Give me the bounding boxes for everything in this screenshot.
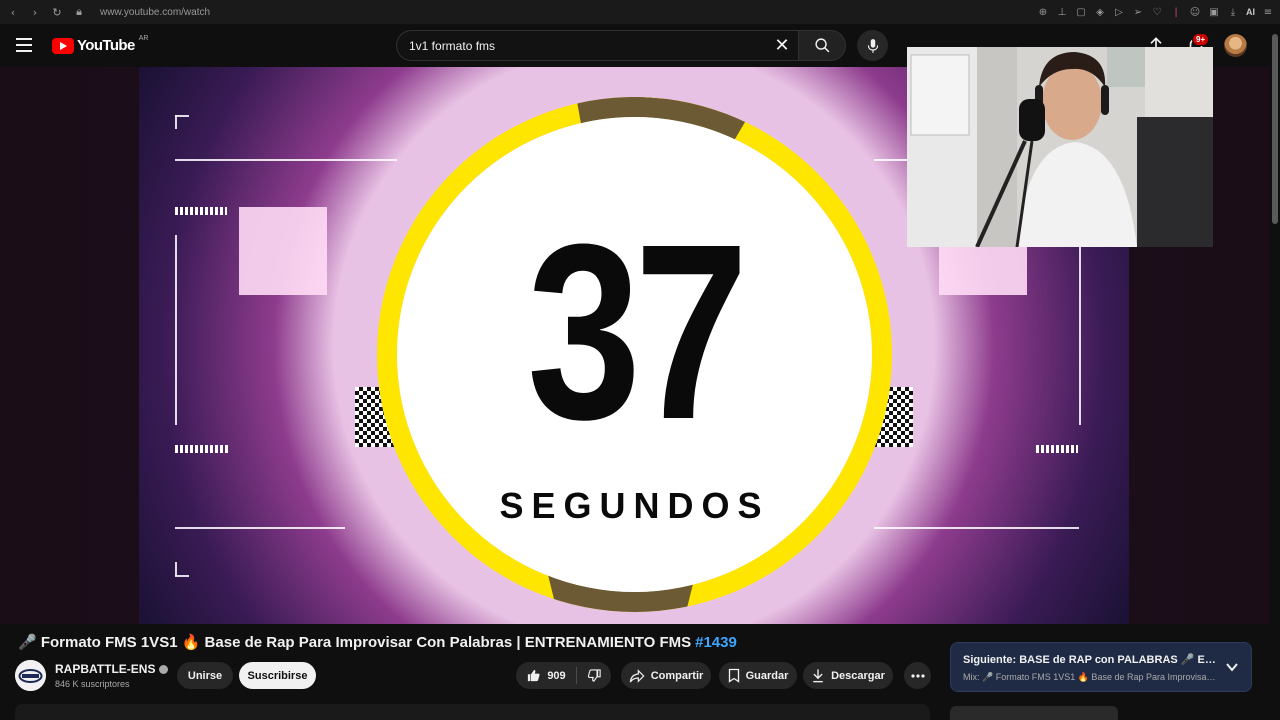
search-icon (814, 38, 829, 53)
join-button[interactable]: Unirse (177, 662, 233, 689)
download-label: Descargar (831, 669, 885, 682)
browser-actions: ⊕ ⊥ ▢ ◈ ▷ ➢ ♡ | ☺ ▣ ⤓ AI ≡ (1037, 7, 1274, 18)
more-horizontal-icon (910, 673, 925, 678)
hud-box (939, 247, 1027, 295)
up-next-card[interactable]: Siguiente: BASE de RAP con PALABRAS 🎤 EJ… (950, 642, 1252, 692)
like-count: 909 (547, 669, 566, 682)
user-avatar[interactable] (1224, 34, 1247, 57)
reload-icon[interactable]: ↻ (50, 6, 64, 19)
thumbs-up-icon (528, 669, 540, 682)
like-button[interactable]: 909 (516, 662, 576, 689)
hud-line (1079, 235, 1081, 425)
video-title-text: 🎤 Formato FMS 1VS1 🔥 Base de Rap Para Im… (18, 634, 692, 651)
share-arrow-icon (629, 668, 645, 683)
country-code: AR (138, 35, 149, 42)
forward-icon[interactable]: › (28, 6, 42, 19)
browser-menu-icon[interactable]: ≡ (1262, 7, 1274, 18)
download-arrow-icon (813, 669, 823, 683)
guide-menu-icon[interactable] (16, 38, 32, 52)
channel-name[interactable]: RAPBATTLE-ENS (55, 662, 169, 676)
hud-line (175, 527, 345, 529)
search-button[interactable] (798, 30, 846, 61)
up-next-subtitle: Mix: 🎤 Formato FMS 1VS1 🔥 Base de Rap Pa… (963, 672, 1218, 682)
below-fold-strip (0, 704, 1270, 720)
separator-icon: | (1174, 6, 1178, 18)
hud-line (175, 235, 177, 425)
video-title: 🎤 Formato FMS 1VS1 🔥 Base de Rap Para Im… (18, 633, 737, 652)
description-box[interactable] (15, 704, 930, 720)
scroll-thumb[interactable] (1272, 34, 1278, 224)
search-input[interactable]: 1v1 formato fms ✕ (396, 30, 798, 61)
hud-line (175, 562, 177, 576)
countdown-number: 37 (527, 192, 748, 471)
thumbs-down-icon (587, 669, 601, 682)
youtube-play-icon (52, 37, 74, 54)
lock-icon[interactable]: 🔒︎ (72, 5, 86, 19)
webcam-overlay (907, 47, 1213, 247)
pin-icon[interactable]: ⊥ (1056, 7, 1068, 18)
up-next-title: Siguiente: BASE de RAP con PALABRAS 🎤 EJ… (963, 654, 1218, 666)
download-button[interactable]: Descargar (803, 662, 893, 689)
video-hashtag[interactable]: #1439 (695, 634, 737, 651)
hud-line (175, 115, 177, 129)
share-button[interactable]: Compartir (621, 662, 711, 689)
verified-badge-icon (159, 664, 169, 674)
hud-line (874, 527, 1079, 529)
dislike-button[interactable] (577, 662, 611, 689)
send-icon[interactable]: ➢ (1132, 7, 1144, 18)
save-label: Guardar (745, 669, 789, 682)
share-label: Compartir (650, 669, 704, 682)
subscriber-count: 846 K suscriptores (55, 679, 130, 689)
more-actions-button[interactable] (904, 662, 931, 689)
hud-box (239, 207, 327, 295)
hud-dots (1036, 445, 1078, 453)
zoom-icon[interactable]: ⊕ (1037, 7, 1049, 18)
subscribe-label: Suscribirse (247, 669, 308, 682)
logo-text: YouTube (77, 37, 135, 54)
hud-line (175, 159, 397, 161)
channel-avatar[interactable] (15, 660, 46, 691)
search-query: 1v1 formato fms (409, 38, 496, 53)
account-icon[interactable]: ☺ (1189, 7, 1201, 18)
like-dislike-group: 909 (516, 662, 611, 689)
channel-logo-icon (15, 660, 46, 691)
countdown-label: SEGUNDOS (499, 485, 770, 526)
notification-badge: 9+ (1192, 33, 1210, 46)
heart-icon[interactable]: ♡ (1151, 7, 1163, 18)
play-icon[interactable]: ▷ (1113, 7, 1125, 18)
clear-search-icon[interactable]: ✕ (772, 36, 792, 56)
page-scrollbar[interactable] (1271, 24, 1279, 720)
bag-icon[interactable]: ▣ (1208, 7, 1220, 18)
download-icon[interactable]: ⤓ (1227, 7, 1239, 18)
browser-toolbar: ‹ › ↻ 🔒︎ www.youtube.com/watch ⊕ ⊥ ▢ ◈ ▷… (0, 0, 1280, 24)
streamer-camera-image (907, 47, 1213, 247)
hud-dots (175, 207, 227, 215)
ai-button[interactable]: AI (1246, 7, 1255, 17)
channel-name-text: RAPBATTLE-ENS (55, 662, 156, 676)
save-button[interactable]: Guardar (719, 662, 797, 689)
address-bar[interactable]: www.youtube.com/watch (100, 7, 210, 18)
microphone-icon (867, 38, 878, 53)
voice-search-button[interactable] (857, 30, 888, 61)
subscribe-button[interactable]: Suscribirse (239, 662, 316, 689)
chevron-down-icon[interactable] (1225, 660, 1239, 674)
back-icon[interactable]: ‹ (6, 6, 20, 19)
screenshot-icon[interactable]: ▢ (1075, 7, 1087, 18)
youtube-logo[interactable]: YouTube AR (52, 35, 149, 54)
join-label: Unirse (187, 669, 223, 682)
hud-line (175, 115, 189, 117)
related-video-thumbnail[interactable] (950, 706, 1118, 720)
hud-dots (175, 445, 229, 453)
bookmark-icon (728, 668, 739, 683)
hud-line (175, 575, 189, 577)
shield-icon[interactable]: ◈ (1094, 7, 1106, 18)
